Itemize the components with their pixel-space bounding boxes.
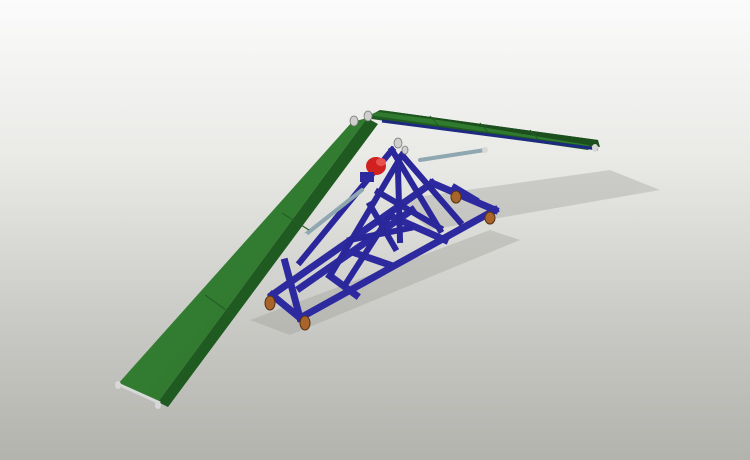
- cad-viewport[interactable]: [0, 0, 750, 460]
- conveyor-model-render[interactable]: [0, 0, 750, 460]
- drive-motor[interactable]: [360, 157, 386, 182]
